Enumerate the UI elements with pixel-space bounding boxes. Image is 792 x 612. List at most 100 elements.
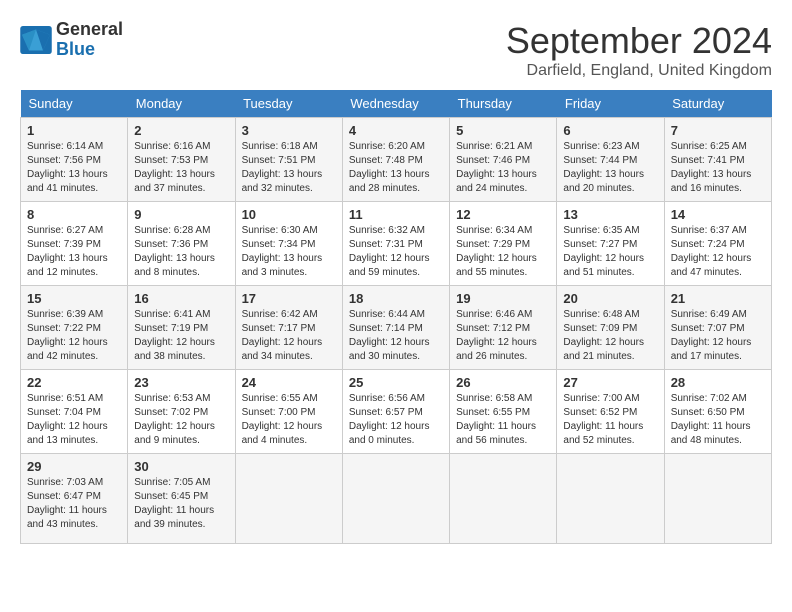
day-info: Sunrise: 6:37 AM Sunset: 7:24 PM Dayligh…: [671, 224, 765, 280]
day-number: 30: [134, 459, 228, 474]
calendar-cell: 18Sunrise: 6:44 AM Sunset: 7:14 PM Dayli…: [342, 286, 449, 370]
day-number: 13: [563, 207, 657, 222]
day-number: 1: [27, 123, 121, 138]
calendar-cell: [450, 454, 557, 544]
day-number: 19: [456, 291, 550, 306]
day-info: Sunrise: 6:42 AM Sunset: 7:17 PM Dayligh…: [242, 308, 336, 364]
day-info: Sunrise: 6:55 AM Sunset: 7:00 PM Dayligh…: [242, 392, 336, 448]
day-number: 28: [671, 375, 765, 390]
day-number: 8: [27, 207, 121, 222]
calendar-cell: 26 Sunrise: 6:58 AM Sunset: 6:55 PM Dayli…: [450, 370, 557, 454]
day-info: Sunrise: 6:20 AM Sunset: 7:48 PM Dayligh…: [349, 140, 443, 196]
day-info: Sunrise: 6:46 AM Sunset: 7:12 PM Dayligh…: [456, 308, 550, 364]
day-number: 17: [242, 291, 336, 306]
calendar-cell: 3 Sunrise: 6:18 AM Sunset: 7:51 PM Daylig…: [235, 118, 342, 202]
day-info: Sunrise: 7:02 AM Sunset: 6:50 PM Dayligh…: [671, 392, 765, 448]
day-info: Sunrise: 6:58 AM Sunset: 6:55 PM Dayligh…: [456, 392, 550, 448]
day-info: Sunrise: 6:25 AM Sunset: 7:41 PM Dayligh…: [671, 140, 765, 196]
calendar-cell: 28 Sunrise: 7:02 AM Sunset: 6:50 PM Dayli…: [664, 370, 771, 454]
location-text: Darfield, England, United Kingdom: [506, 62, 772, 80]
day-number: 23: [134, 375, 228, 390]
col-saturday: Saturday: [664, 90, 771, 118]
day-info: Sunrise: 6:23 AM Sunset: 7:44 PM Dayligh…: [563, 140, 657, 196]
calendar-cell: 16 Sunrise: 6:41 AM Sunset: 7:19 PM Dayli…: [128, 286, 235, 370]
day-info: Sunrise: 6:16 AM Sunset: 7:53 PM Dayligh…: [134, 140, 228, 196]
calendar-cell: 10Sunrise: 6:30 AM Sunset: 7:34 PM Dayli…: [235, 202, 342, 286]
calendar-cell: 9 Sunrise: 6:28 AM Sunset: 7:36 PM Daylig…: [128, 202, 235, 286]
col-monday: Monday: [128, 90, 235, 118]
calendar-cell: 5 Sunrise: 6:21 AM Sunset: 7:46 PM Daylig…: [450, 118, 557, 202]
day-info: Sunrise: 6:51 AM Sunset: 7:04 PM Dayligh…: [27, 392, 121, 448]
calendar-cell: 27 Sunrise: 7:00 AM Sunset: 6:52 PM Dayli…: [557, 370, 664, 454]
day-info: Sunrise: 6:39 AM Sunset: 7:22 PM Dayligh…: [27, 308, 121, 364]
calendar-cell: [664, 454, 771, 544]
calendar-cell: 4 Sunrise: 6:20 AM Sunset: 7:48 PM Daylig…: [342, 118, 449, 202]
calendar-cell: 17 Sunrise: 6:42 AM Sunset: 7:17 PM Dayli…: [235, 286, 342, 370]
day-info: Sunrise: 6:18 AM Sunset: 7:51 PM Dayligh…: [242, 140, 336, 196]
calendar-cell: 24Sunrise: 6:55 AM Sunset: 7:00 PM Dayli…: [235, 370, 342, 454]
calendar-cell: 22 Sunrise: 6:51 AM Sunset: 7:04 PM Dayli…: [21, 370, 128, 454]
day-info: Sunrise: 6:56 AM Sunset: 6:57 PM Dayligh…: [349, 392, 443, 448]
day-info: Sunrise: 6:28 AM Sunset: 7:36 PM Dayligh…: [134, 224, 228, 280]
calendar-cell: 15 Sunrise: 6:39 AM Sunset: 7:22 PM Dayli…: [21, 286, 128, 370]
month-title: September 2024: [506, 20, 772, 62]
day-info: Sunrise: 6:34 AM Sunset: 7:29 PM Dayligh…: [456, 224, 550, 280]
day-info: Sunrise: 7:03 AM Sunset: 6:47 PM Dayligh…: [27, 476, 121, 532]
day-info: Sunrise: 6:41 AM Sunset: 7:19 PM Dayligh…: [134, 308, 228, 364]
day-info: Sunrise: 6:35 AM Sunset: 7:27 PM Dayligh…: [563, 224, 657, 280]
day-info: Sunrise: 6:48 AM Sunset: 7:09 PM Dayligh…: [563, 308, 657, 364]
calendar-cell: 21 Sunrise: 6:49 AM Sunset: 7:07 PM Dayli…: [664, 286, 771, 370]
calendar-cell: 30Sunrise: 7:05 AM Sunset: 6:45 PM Dayli…: [128, 454, 235, 544]
calendar-cell: [342, 454, 449, 544]
logo-text: General Blue: [56, 20, 123, 60]
day-number: 18: [349, 291, 443, 306]
day-number: 5: [456, 123, 550, 138]
day-info: Sunrise: 6:14 AM Sunset: 7:56 PM Dayligh…: [27, 140, 121, 196]
calendar-cell: 20 Sunrise: 6:48 AM Sunset: 7:09 PM Dayli…: [557, 286, 664, 370]
day-number: 4: [349, 123, 443, 138]
calendar-cell: 25 Sunrise: 6:56 AM Sunset: 6:57 PM Dayli…: [342, 370, 449, 454]
day-number: 21: [671, 291, 765, 306]
day-info: Sunrise: 6:53 AM Sunset: 7:02 PM Dayligh…: [134, 392, 228, 448]
day-info: Sunrise: 7:00 AM Sunset: 6:52 PM Dayligh…: [563, 392, 657, 448]
day-number: 27: [563, 375, 657, 390]
calendar-cell: 6 Sunrise: 6:23 AM Sunset: 7:44 PM Daylig…: [557, 118, 664, 202]
day-number: 6: [563, 123, 657, 138]
page-header: General Blue September 2024 Darfield, En…: [20, 20, 772, 80]
day-number: 22: [27, 375, 121, 390]
day-number: 25: [349, 375, 443, 390]
day-info: Sunrise: 6:21 AM Sunset: 7:46 PM Dayligh…: [456, 140, 550, 196]
calendar-week-row: 8 Sunrise: 6:27 AM Sunset: 7:39 PM Daylig…: [21, 202, 772, 286]
day-number: 3: [242, 123, 336, 138]
col-tuesday: Tuesday: [235, 90, 342, 118]
day-info: Sunrise: 6:49 AM Sunset: 7:07 PM Dayligh…: [671, 308, 765, 364]
day-number: 20: [563, 291, 657, 306]
calendar-cell: 11 Sunrise: 6:32 AM Sunset: 7:31 PM Dayli…: [342, 202, 449, 286]
day-number: 9: [134, 207, 228, 222]
calendar-cell: 2 Sunrise: 6:16 AM Sunset: 7:53 PM Daylig…: [128, 118, 235, 202]
day-number: 12: [456, 207, 550, 222]
calendar-cell: 12 Sunrise: 6:34 AM Sunset: 7:29 PM Dayli…: [450, 202, 557, 286]
calendar-week-row: 1 Sunrise: 6:14 AM Sunset: 7:56 PM Daylig…: [21, 118, 772, 202]
logo-icon: [20, 26, 52, 54]
day-info: Sunrise: 6:32 AM Sunset: 7:31 PM Dayligh…: [349, 224, 443, 280]
calendar-cell: 7Sunrise: 6:25 AM Sunset: 7:41 PM Daylig…: [664, 118, 771, 202]
day-number: 26: [456, 375, 550, 390]
day-number: 14: [671, 207, 765, 222]
day-number: 16: [134, 291, 228, 306]
calendar-table: Sunday Monday Tuesday Wednesday Thursday…: [20, 90, 772, 544]
day-number: 15: [27, 291, 121, 306]
day-number: 10: [242, 207, 336, 222]
calendar-cell: 23 Sunrise: 6:53 AM Sunset: 7:02 PM Dayli…: [128, 370, 235, 454]
col-thursday: Thursday: [450, 90, 557, 118]
logo-general-text: General: [56, 19, 123, 39]
day-info: Sunrise: 6:27 AM Sunset: 7:39 PM Dayligh…: [27, 224, 121, 280]
calendar-cell: 19 Sunrise: 6:46 AM Sunset: 7:12 PM Dayli…: [450, 286, 557, 370]
calendar-cell: 29 Sunrise: 7:03 AM Sunset: 6:47 PM Dayli…: [21, 454, 128, 544]
day-number: 11: [349, 207, 443, 222]
day-number: 2: [134, 123, 228, 138]
col-wednesday: Wednesday: [342, 90, 449, 118]
day-number: 29: [27, 459, 121, 474]
logo-blue-text: Blue: [56, 39, 95, 59]
logo: General Blue: [20, 20, 123, 60]
